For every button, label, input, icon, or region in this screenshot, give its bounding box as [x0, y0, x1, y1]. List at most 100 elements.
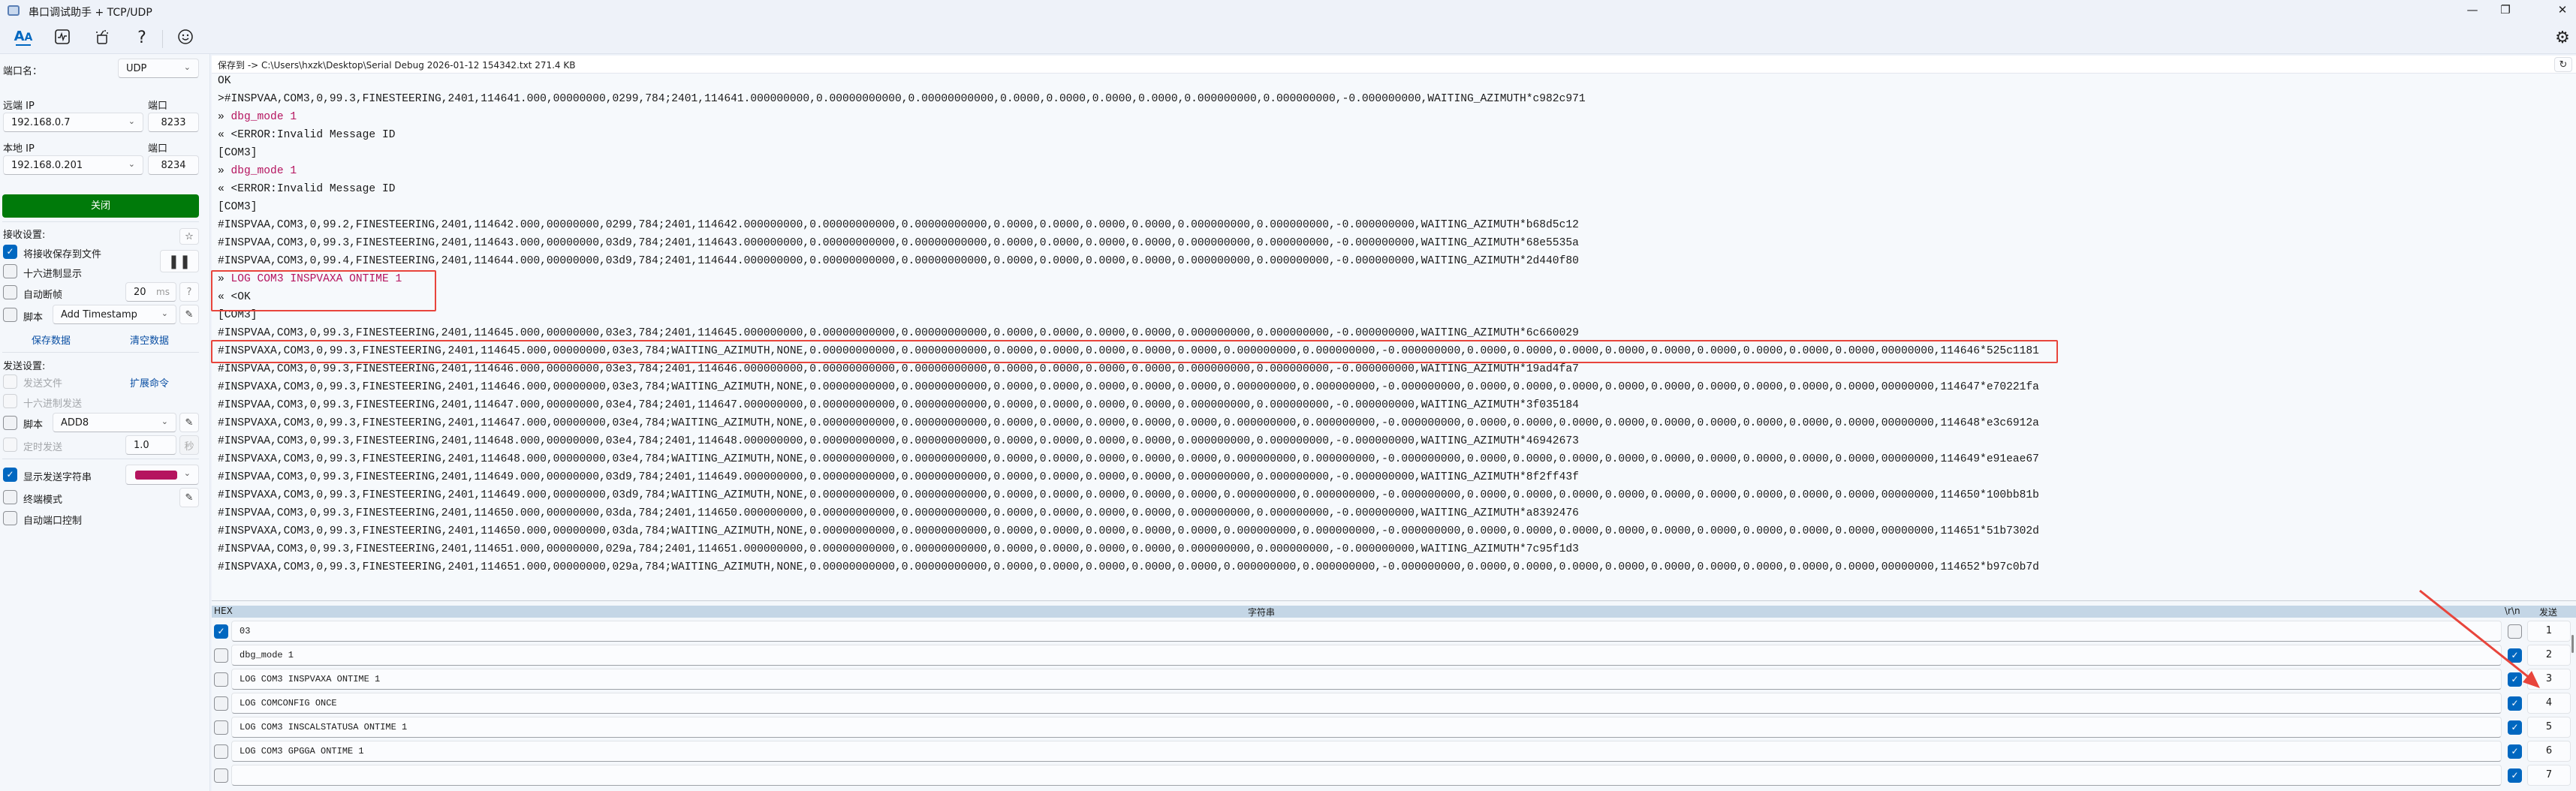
hex-checkbox[interactable]	[214, 720, 228, 735]
recv-script-checkbox[interactable]	[3, 308, 17, 322]
send-button[interactable]: 3	[2527, 669, 2571, 690]
receive-log[interactable]: OK >#INSPVAA,COM3,0,99.3,FINESTEERING,240…	[212, 74, 2576, 600]
local-port-input[interactable]: 8234	[148, 155, 199, 175]
timed-interval-input[interactable]: 1.0	[125, 435, 176, 455]
timed-unit-label: 秒	[179, 435, 199, 455]
send-color-select[interactable]: ⌄	[125, 465, 199, 485]
send-settings-label: 发送设置:	[3, 361, 46, 372]
hex-checkbox[interactable]: ✓	[214, 624, 228, 639]
log-text: #INSPVAXA,COM3,0,99.3,FINESTEERING,2401,…	[218, 345, 2039, 357]
save-to-file-checkbox[interactable]: ✓	[3, 245, 17, 259]
favorite-star-button[interactable]: ☆	[179, 228, 199, 245]
send-string-input[interactable]: LOG COM3 GPGGA ONTIME 1	[231, 741, 2502, 762]
recv-script-edit-button[interactable]: ✎	[179, 305, 199, 324]
pause-button[interactable]: ❚❚	[160, 250, 199, 272]
log-text: >#INSPVAA,COM3,0,99.3,FINESTEERING,2401,…	[218, 93, 1586, 105]
hex-send-checkbox[interactable]	[3, 394, 17, 408]
log-line: #INSPVAXA,COM3,0,99.3,FINESTEERING,2401,…	[218, 450, 2039, 468]
frame-help-button[interactable]: ?	[179, 282, 199, 302]
log-text: #INSPVAXA,COM3,0,99.3,FINESTEERING,2401,…	[218, 561, 2039, 573]
auto-frame-checkbox[interactable]	[3, 285, 17, 299]
crlf-checkbox[interactable]: ✓	[2508, 720, 2522, 735]
auto-frame-label: 自动断帧	[23, 290, 63, 301]
send-button[interactable]: 5	[2527, 717, 2571, 738]
log-line: #INSPVAA,COM3,0,99.3,FINESTEERING,2401,1…	[218, 540, 2039, 558]
help-icon[interactable]: ?	[131, 29, 153, 50]
send-script-edit-button[interactable]: ✎	[179, 413, 199, 432]
terminal-edit-button[interactable]: ✎	[179, 488, 199, 507]
hex-checkbox[interactable]	[214, 744, 228, 759]
log-line: #INSPVAXA,COM3,0,99.3,FINESTEERING,2401,…	[218, 558, 2039, 576]
send-string-input[interactable]: 03	[231, 621, 2502, 642]
close-window-button[interactable]: ✕	[2551, 3, 2574, 20]
send-button[interactable]: 7	[2527, 765, 2571, 786]
port-type-value: UDP	[126, 62, 147, 74]
crlf-checkbox[interactable]: ✓	[2508, 672, 2522, 687]
send-string-input[interactable]	[231, 765, 2502, 786]
send-file-checkbox[interactable]	[3, 374, 17, 389]
crlf-checkbox[interactable]: ✓	[2508, 744, 2522, 759]
remote-port-label: 端口	[148, 101, 168, 112]
remote-ip-select[interactable]: 192.168.0.7 ⌄	[3, 113, 143, 132]
log-line: #INSPVAXA,COM3,0,99.3,FINESTEERING,2401,…	[218, 378, 2039, 396]
divider	[2, 221, 199, 222]
title-bar: 串口调试助手 + TCP/UDP — ❐ ✕	[0, 0, 2576, 24]
log-text: [COM3]	[218, 201, 258, 213]
send-button[interactable]: 4	[2527, 693, 2571, 714]
timed-send-checkbox[interactable]	[3, 438, 17, 452]
hex-checkbox[interactable]	[214, 696, 228, 711]
send-button[interactable]: 1	[2527, 621, 2571, 642]
hex-checkbox[interactable]	[214, 672, 228, 687]
waveform-icon[interactable]	[51, 29, 74, 50]
log-line: » dbg_mode 1	[218, 108, 2039, 126]
close-port-button[interactable]: 关闭	[2, 194, 199, 218]
hex-checkbox[interactable]	[214, 648, 228, 663]
smiley-icon[interactable]	[174, 29, 197, 50]
local-ip-select[interactable]: 192.168.0.201 ⌄	[3, 155, 143, 175]
chevron-down-icon: ⌄	[161, 308, 168, 318]
log-text: OK	[218, 75, 231, 87]
ext-command-link[interactable]: 扩展命令	[130, 375, 169, 389]
log-line: #INSPVAA,COM3,0,99.3,FINESTEERING,2401,1…	[218, 234, 2039, 252]
send-button[interactable]: 6	[2527, 741, 2571, 762]
recv-script-select[interactable]: Add Timestamp ⌄	[53, 305, 176, 324]
local-ip-value: 192.168.0.201	[11, 159, 83, 171]
send-script-select[interactable]: ADD8 ⌄	[53, 413, 176, 432]
send-string-input[interactable]: dbg_mode 1	[231, 645, 2502, 666]
send-string-input[interactable]: LOG COMCONFIG ONCE	[231, 693, 2502, 714]
log-direction-marker: »	[218, 165, 231, 177]
crlf-checkbox[interactable]	[2508, 624, 2522, 639]
settings-gear-icon[interactable]: ⚙	[2551, 29, 2574, 50]
tools-icon[interactable]	[91, 29, 113, 50]
crlf-checkbox[interactable]: ✓	[2508, 648, 2522, 663]
log-text: #INSPVAA,COM3,0,99.3,FINESTEERING,2401,1…	[218, 327, 1579, 339]
log-line: OK	[218, 74, 2039, 90]
show-send-string-checkbox[interactable]: ✓	[3, 468, 17, 482]
frame-ms-input[interactable]: 20 ms	[125, 282, 176, 302]
terminal-mode-checkbox[interactable]	[3, 490, 17, 504]
crlf-checkbox[interactable]: ✓	[2508, 768, 2522, 783]
send-string-input[interactable]: LOG COM3 INSPVAXA ONTIME 1	[231, 669, 2502, 690]
clear-data-link[interactable]: 清空数据	[130, 332, 169, 347]
refresh-button[interactable]: ↻	[2554, 57, 2572, 72]
log-direction-marker: «	[218, 129, 231, 141]
local-port-label: 端口	[148, 143, 168, 155]
remote-port-input[interactable]: 8233	[148, 113, 199, 132]
scrollbar-thumb[interactable]	[2571, 635, 2574, 653]
log-line: « <OK	[218, 288, 2039, 306]
minimize-button[interactable]: —	[2461, 3, 2484, 20]
hex-checkbox[interactable]	[214, 768, 228, 783]
port-type-select[interactable]: UDP ⌄	[118, 59, 199, 78]
font-icon[interactable]: AA	[12, 29, 35, 50]
window-title: 串口调试助手 + TCP/UDP	[29, 7, 152, 19]
send-button[interactable]: 2	[2527, 645, 2571, 666]
crlf-checkbox[interactable]: ✓	[2508, 696, 2522, 711]
send-script-checkbox[interactable]	[3, 416, 17, 430]
auto-port-control-checkbox[interactable]	[3, 511, 17, 525]
log-line: #INSPVAA,COM3,0,99.2,FINESTEERING,2401,1…	[218, 216, 2039, 234]
send-string-input[interactable]: LOG COM3 INSCALSTATUSA ONTIME 1	[231, 717, 2502, 738]
hex-display-checkbox[interactable]	[3, 264, 17, 278]
save-data-link[interactable]: 保存数据	[32, 332, 71, 347]
hex-send-label: 十六进制发送	[23, 399, 83, 410]
restore-button[interactable]: ❐	[2494, 3, 2517, 20]
